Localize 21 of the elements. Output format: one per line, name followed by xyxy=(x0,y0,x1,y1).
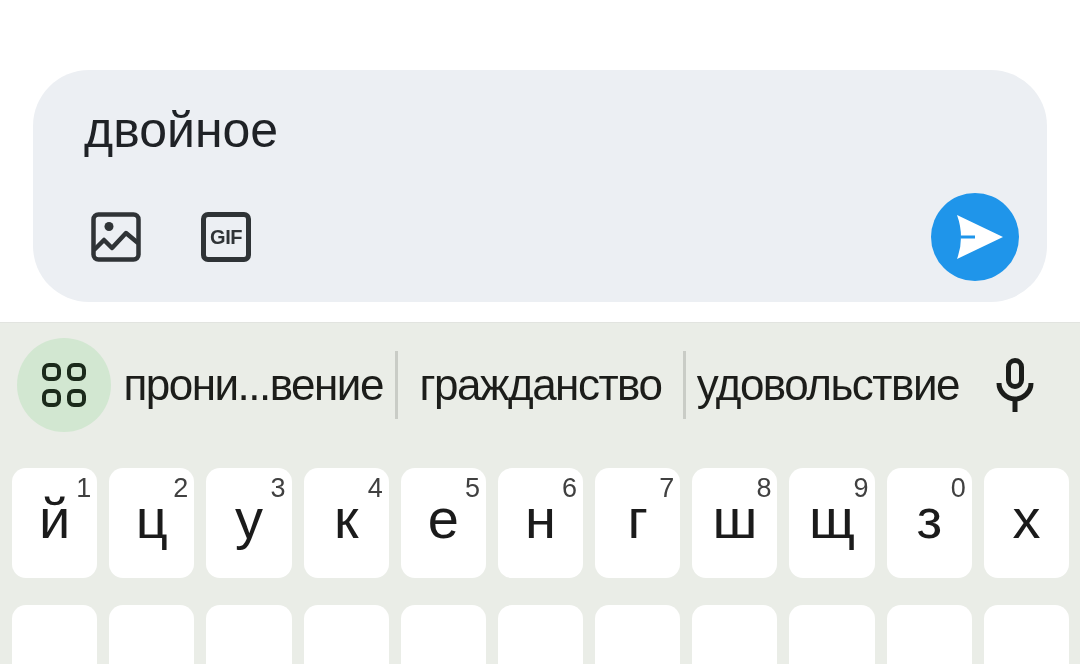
key-hint: 9 xyxy=(853,475,869,502)
image-icon[interactable] xyxy=(91,212,141,262)
suggestion[interactable]: гражданство xyxy=(419,359,662,411)
key-hint: 4 xyxy=(367,475,383,502)
key-hint: 0 xyxy=(950,475,966,502)
gif-button[interactable]: GIF xyxy=(201,212,251,262)
keyboard-key[interactable]: х xyxy=(983,468,1069,578)
key-hint: 7 xyxy=(659,475,675,502)
key-hint: 3 xyxy=(270,475,286,502)
grid-icon xyxy=(42,363,86,407)
message-text-field[interactable]: двойное xyxy=(84,100,279,160)
key-hint: 1 xyxy=(76,475,92,502)
send-icon xyxy=(957,215,1003,259)
key-hint: 5 xyxy=(464,475,480,502)
keyboard-key[interactable]: г 7 xyxy=(595,468,681,578)
key-hint: 2 xyxy=(173,475,189,502)
key-hint: 8 xyxy=(756,475,772,502)
key-hint: 6 xyxy=(562,475,578,502)
suggestion[interactable]: удовольствие xyxy=(696,359,959,411)
suggestion[interactable]: прони...вение xyxy=(123,359,383,411)
microphone-icon[interactable] xyxy=(996,358,1034,412)
